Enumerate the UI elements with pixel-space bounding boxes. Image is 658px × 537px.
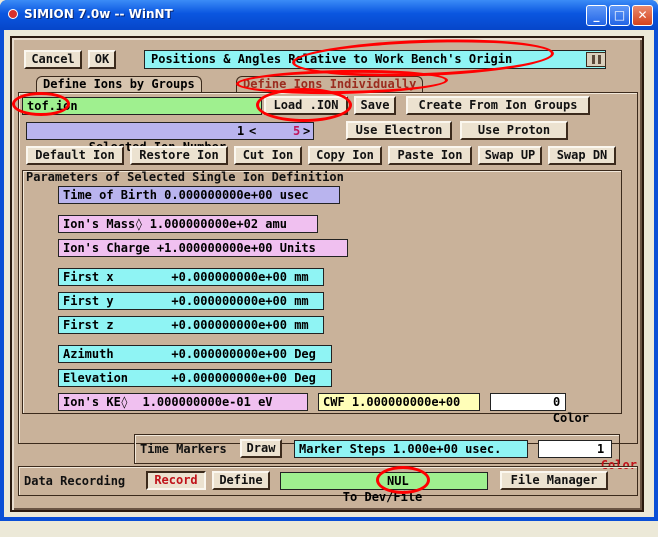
marker-color-value: 1 — [597, 442, 605, 456]
swap-down-button[interactable]: Swap DN — [548, 146, 616, 165]
first-y-field[interactable]: First y +0.000000000e+00 mm — [58, 292, 324, 310]
client-area: Cancel OK Positions & Angles Relative to… — [4, 30, 654, 517]
restore-ion-button[interactable]: Restore Ion — [130, 146, 228, 165]
close-button[interactable]: ✕ — [632, 5, 653, 26]
cancel-button[interactable]: Cancel — [24, 50, 82, 69]
time-of-birth-field[interactable]: Time of Birth 0.000000000e+00 usec — [58, 186, 340, 204]
define-recording-button[interactable]: Define — [212, 471, 270, 490]
data-recording-label: Data Recording — [24, 474, 126, 488]
ok-button[interactable]: OK — [88, 50, 116, 69]
swap-up-button[interactable]: Swap UP — [478, 146, 542, 165]
simion-app-icon — [8, 9, 18, 19]
dev-file-value: NUL — [387, 474, 409, 488]
dev-file-label: To Dev/File — [342, 490, 423, 504]
save-button[interactable]: Save — [354, 96, 396, 115]
selected-ion-number-field[interactable]: Selected Ion Number 1 < 5 > — [26, 122, 314, 154]
use-electron-button[interactable]: Use Electron — [346, 121, 452, 140]
first-z-field[interactable]: First z +0.000000000e+00 mm — [58, 316, 324, 334]
use-proton-button[interactable]: Use Proton — [460, 121, 568, 140]
mode-scroll-grip-icon[interactable] — [586, 52, 606, 67]
ion-color-value: 0 — [553, 395, 561, 409]
copy-ion-button[interactable]: Copy Ion — [308, 146, 382, 165]
first-x-field[interactable]: First x +0.000000000e+00 mm — [58, 268, 324, 286]
ion-filename-input[interactable]: tof.ion — [22, 97, 262, 115]
tab-define-ions-by-groups[interactable]: Define Ions by Groups — [36, 76, 202, 92]
file-manager-button[interactable]: File Manager — [500, 471, 608, 490]
dev-file-field[interactable]: To Dev/File NUL — [280, 472, 488, 504]
marker-steps-field[interactable]: Marker Steps 1.000e+00 usec. — [294, 440, 528, 458]
elevation-field[interactable]: Elevation +0.000000000e+00 Deg — [58, 369, 332, 387]
tab-define-ions-individually[interactable]: Define Ions Individually — [236, 76, 424, 92]
minimize-button[interactable]: _ — [586, 5, 607, 26]
cwf-field[interactable]: CWF 1.000000000e+00 — [318, 393, 480, 411]
parameters-heading: Parameters of Selected Single Ion Defini… — [26, 170, 344, 184]
maximize-button[interactable]: □ — [609, 5, 630, 26]
ion-ke-field[interactable]: Ion's KE◊ 1.000000000e-01 eV — [58, 393, 308, 411]
default-ion-button[interactable]: Default Ion — [26, 146, 124, 165]
cut-ion-button[interactable]: Cut Ion — [234, 146, 302, 165]
app-window: SIMION 7.0w -- WinNT _ □ ✕ Cancel OK Pos… — [0, 0, 658, 521]
load-ion-button[interactable]: Load .ION — [264, 96, 348, 115]
increment-ion-arrow-icon[interactable]: > — [303, 123, 310, 139]
azimuth-field[interactable]: Azimuth +0.000000000e+00 Deg — [58, 345, 332, 363]
time-markers-label: Time Markers — [140, 442, 227, 456]
title-bar[interactable]: SIMION 7.0w -- WinNT _ □ ✕ — [0, 0, 658, 30]
selected-ion-total: 5 — [293, 124, 301, 138]
marker-color-field[interactable]: Color 1 — [538, 440, 637, 472]
ion-mass-field[interactable]: Ion's Mass◊ 1.000000000e+02 amu — [58, 215, 318, 233]
create-from-groups-button[interactable]: Create From Ion Groups — [406, 96, 590, 115]
record-toggle-button[interactable]: Record — [146, 471, 206, 490]
coordinate-mode-selector[interactable]: Positions & Angles Relative to Work Benc… — [144, 50, 606, 69]
ion-color-field[interactable]: Color 0 — [490, 393, 589, 425]
decrement-ion-arrow-icon[interactable]: < — [249, 123, 256, 139]
window-title: SIMION 7.0w -- WinNT — [24, 7, 173, 21]
ion-color-label: Color — [552, 411, 589, 425]
draw-markers-button[interactable]: Draw — [240, 439, 282, 458]
paste-ion-button[interactable]: Paste Ion — [388, 146, 472, 165]
selected-ion-current: 1 — [237, 124, 245, 138]
ion-definition-frame: Cancel OK Positions & Angles Relative to… — [10, 36, 644, 512]
ion-charge-field[interactable]: Ion's Charge +1.000000000e+00 Units — [58, 239, 348, 257]
